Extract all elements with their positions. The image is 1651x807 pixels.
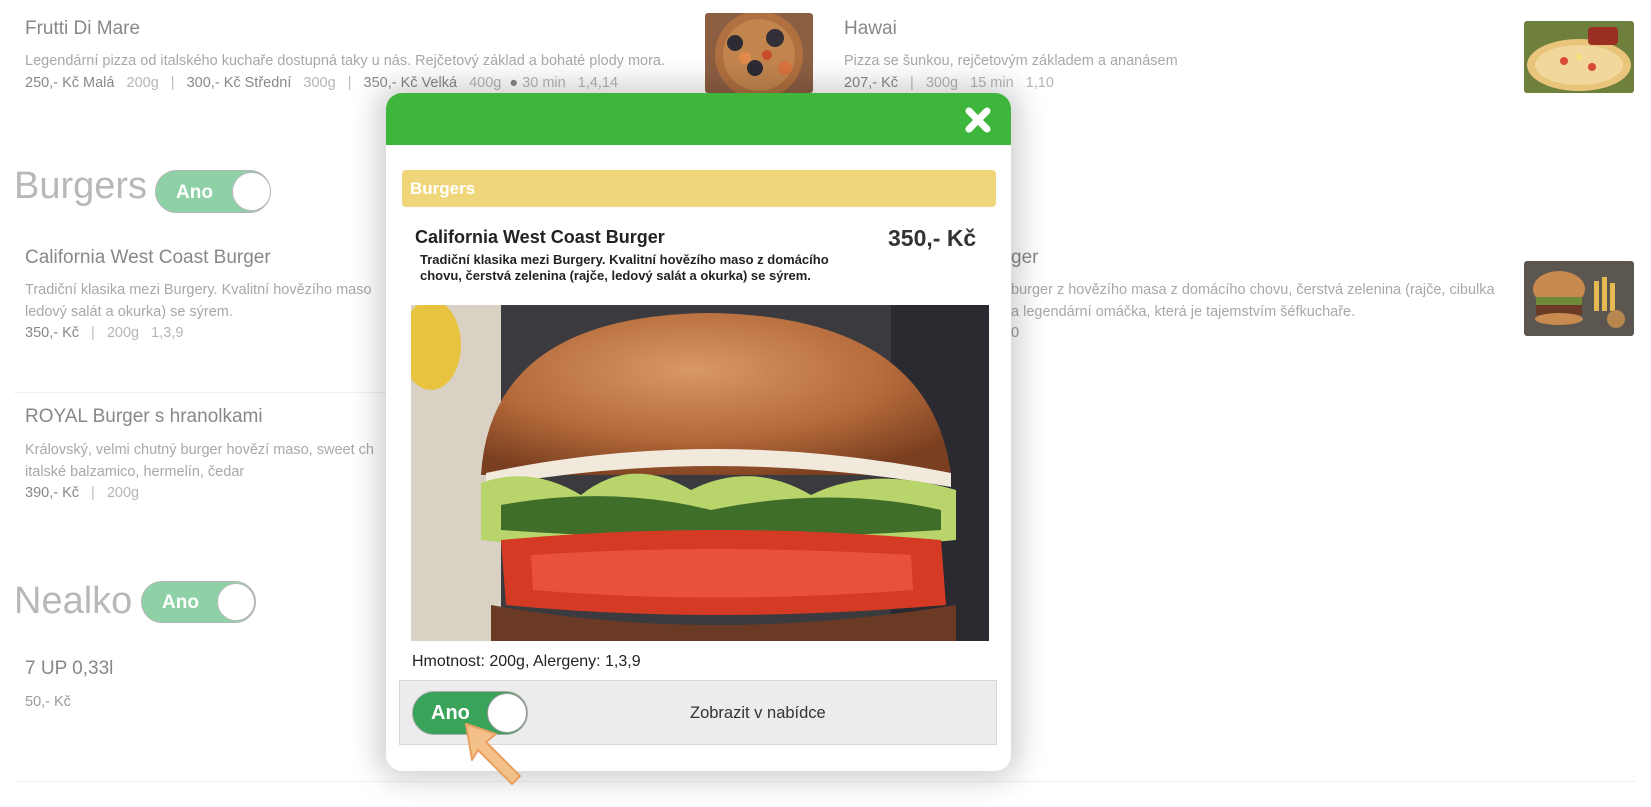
item-meta-fragment: 0: [1011, 325, 1020, 341]
toggle-knob: [232, 172, 271, 211]
item-detail-modal: Burgers California West Coast Burger 350…: [386, 93, 1011, 771]
weight: 300g: [925, 75, 959, 91]
item-meta: 250,- Kč Malá 200g | 300,- Kč Střední 30…: [25, 75, 619, 91]
show-in-menu-label: Zobrazit v nabídce: [690, 704, 826, 722]
item-title-frutti-di-mare: Frutti Di Mare: [25, 18, 141, 39]
weight-allergens-info: Hmotnost: 200g, Alergeny: 1,3,9: [412, 653, 641, 670]
weight: 200g: [126, 75, 159, 91]
item-description-line2: italské balzamico, hermelín, čedar: [25, 464, 245, 480]
allergens: 1,4,14: [577, 75, 619, 91]
item-description: burger z hovězího masa z domácího chovu,…: [1011, 282, 1495, 298]
weight: 300g: [303, 75, 336, 91]
item-photo-hawai[interactable]: [1524, 21, 1634, 93]
toggle-knob: [217, 583, 255, 621]
item-meta: 207,- Kč | 300g 15 min 1,10: [844, 75, 1054, 91]
item-photo-frutti-di-mare[interactable]: [705, 13, 813, 93]
toggle-label: Ano: [162, 592, 199, 613]
item-meta: 390,- Kč | 200g: [25, 485, 140, 501]
item-title-7up: 7 UP 0,33l: [25, 658, 114, 679]
item-description: Legendární pizza od italského kuchaře do…: [25, 53, 666, 69]
item-title-california: California West Coast Burger: [25, 247, 271, 268]
price: 300,- Kč Střední: [186, 75, 292, 91]
item-title: California West Coast Burger: [415, 227, 665, 247]
divider: [14, 781, 1636, 782]
item-price: 350,- Kč: [888, 225, 977, 251]
time: 30 min: [522, 75, 566, 91]
modal-header: [386, 93, 1011, 145]
section-title-nealko: Nealko: [14, 580, 133, 622]
item-title-fragment: ger: [1011, 247, 1039, 268]
item-title-royal: ROYAL Burger s hranolkami: [25, 406, 263, 427]
category-label: Burgers: [410, 179, 476, 198]
toggle-label: Ano: [176, 182, 213, 203]
section-visibility-toggle[interactable]: Ano: [155, 170, 271, 213]
item-description: Královský, velmi chutný burger hovězí ma…: [25, 442, 374, 458]
time: 15 min: [970, 75, 1014, 91]
allergens: 1,10: [1025, 75, 1054, 91]
price: 390,- Kč: [25, 485, 79, 501]
price: 350,- Kč Velká: [363, 75, 458, 91]
item-title-hawai: Hawai: [844, 18, 897, 39]
weight: 400g: [469, 75, 502, 91]
price: 50,- Kč: [25, 694, 71, 710]
item-photo-burger[interactable]: [1524, 261, 1634, 336]
close-icon[interactable]: [963, 105, 993, 135]
section-visibility-toggle[interactable]: Ano: [141, 581, 256, 623]
item-description: Tradiční klasika mezi Burgery. Kvalitní …: [420, 252, 829, 283]
item-description: Pizza se šunkou, rejčetovým základem a a…: [844, 53, 1178, 69]
item-meta: 350,- Kč | 200g 1,3,9: [25, 325, 184, 341]
divider: [14, 392, 394, 393]
weight: 200g: [106, 325, 140, 341]
item-description-line2: a legendární omáčka, která je tajemstvím…: [1011, 304, 1356, 320]
price: 207,- Kč: [844, 75, 898, 91]
item-description-line2: ledový salát a okurka) se sýrem.: [25, 304, 233, 320]
allergens: 1,3,9: [151, 325, 184, 341]
category-bar: Burgers: [402, 170, 996, 207]
item-photo: [411, 305, 989, 641]
item-description: Tradiční klasika mezi Burgery. Kvalitní …: [25, 282, 372, 298]
price: 350,- Kč: [25, 325, 79, 341]
section-title-burgers: Burgers: [14, 165, 148, 207]
cursor-arrow-icon: [465, 723, 521, 785]
weight: 200g: [106, 485, 140, 501]
price: 250,- Kč Malá: [25, 75, 115, 91]
